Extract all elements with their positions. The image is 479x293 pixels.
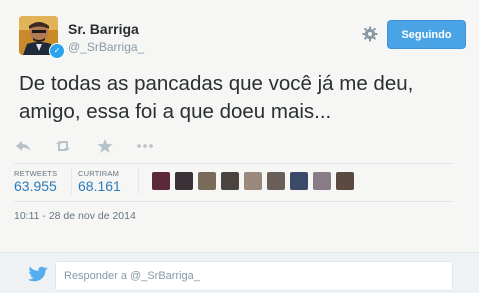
favoriter-avatar[interactable] [221, 172, 239, 190]
tweet-card: ✓ Sr. Barriga @_SrBarriga_ Seguindo De t… [0, 0, 479, 252]
following-button[interactable]: Seguindo [387, 20, 466, 49]
user-handle[interactable]: @_SrBarriga_ [68, 40, 144, 54]
reply-handle: @_SrBarriga_ [130, 270, 200, 282]
favoriter-avatar[interactable] [244, 172, 262, 190]
reply-icon[interactable] [14, 138, 32, 154]
stat-divider [71, 168, 72, 194]
divider [14, 163, 454, 164]
tweet-actions [14, 138, 174, 154]
divider [14, 201, 454, 202]
retweet-icon[interactable] [54, 138, 72, 154]
reply-input[interactable]: Responder a @_SrBarriga_ [55, 261, 453, 291]
retweets-count[interactable]: 63.955 [14, 178, 57, 194]
more-icon[interactable] [136, 138, 154, 154]
twitter-bird-icon [27, 266, 48, 282]
favoriter-avatar[interactable] [290, 172, 308, 190]
verified-badge-icon: ✓ [49, 43, 65, 59]
tweet-text: De todas as pancadas que você já me deu,… [19, 72, 414, 123]
favorite-icon[interactable] [96, 138, 114, 154]
favoriter-avatar[interactable] [175, 172, 193, 190]
retweets-label: RETWEETS [14, 169, 58, 178]
user-name[interactable]: Sr. Barriga [68, 21, 139, 37]
tweet-timestamp[interactable]: 10:11 - 28 de nov de 2014 [14, 210, 136, 222]
reply-prefix: Responder a [64, 270, 131, 282]
favorites-count[interactable]: 68.161 [78, 178, 121, 194]
gear-icon[interactable] [362, 26, 378, 42]
favorites-label: CURTIRAM [78, 169, 120, 178]
favoriter-avatar[interactable] [267, 172, 285, 190]
favoriter-avatar[interactable] [313, 172, 331, 190]
stat-divider [138, 168, 139, 194]
favoriter-avatar[interactable] [336, 172, 354, 190]
favoriter-avatar[interactable] [152, 172, 170, 190]
favoriter-avatar[interactable] [198, 172, 216, 190]
